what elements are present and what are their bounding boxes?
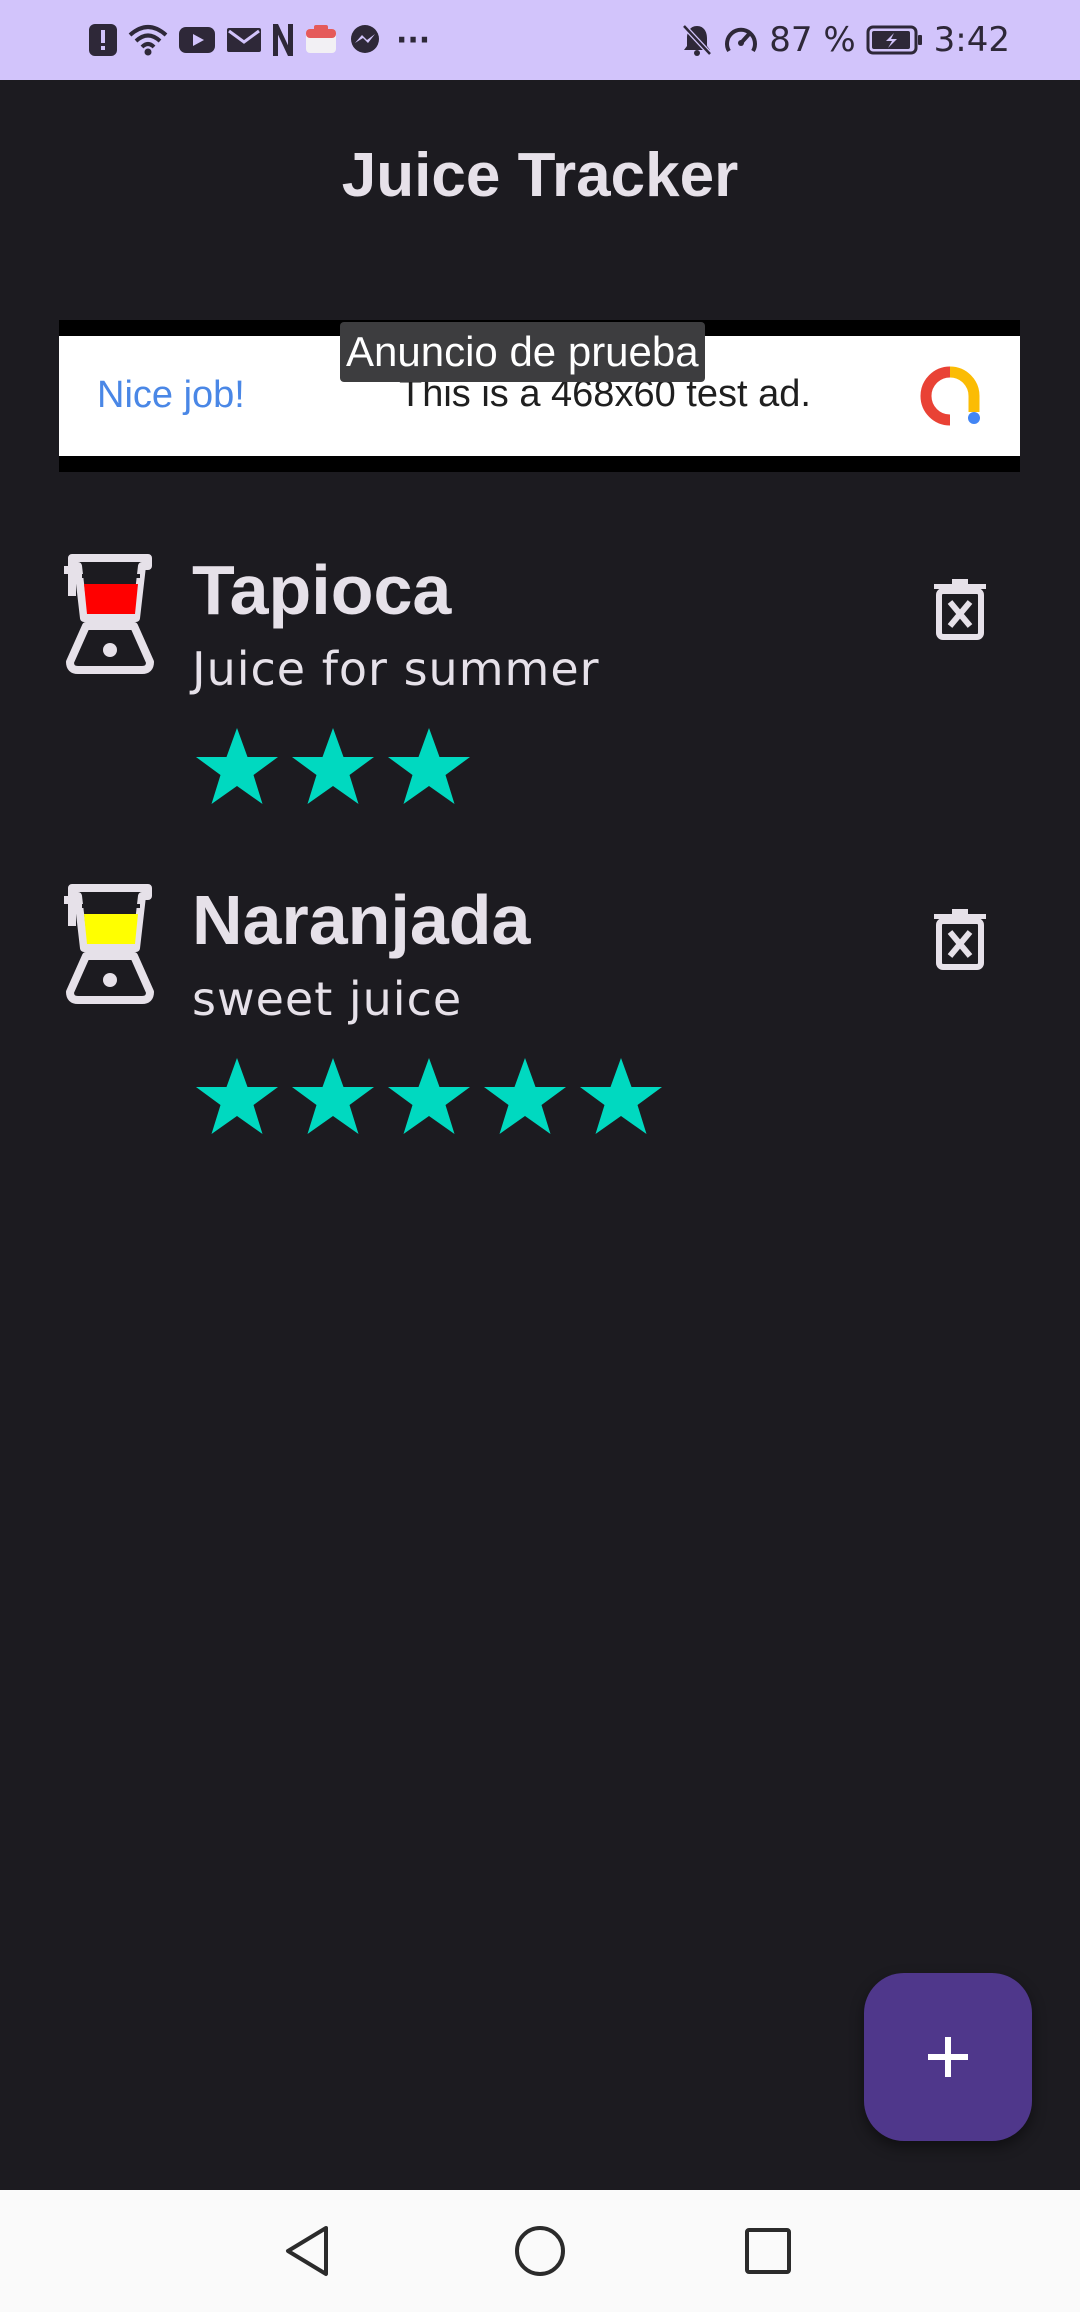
delete-icon[interactable] [932,578,988,640]
speed-icon [723,20,759,60]
bell-off-icon [681,20,713,60]
star-icon [292,1058,374,1134]
recents-icon[interactable] [735,2218,801,2284]
star-icon [196,728,278,804]
app-icon [304,20,338,60]
more-icon: ··· [396,22,431,58]
rating-stars [192,724,474,814]
netflix-icon [272,20,294,60]
star-icon [292,728,374,804]
home-icon[interactable] [507,2218,573,2284]
system-nav-bar [0,2190,1080,2312]
star-icon [388,728,470,804]
star-icon [484,1058,566,1134]
blender-icon [64,884,154,1004]
ad-headline[interactable]: Nice job! [97,374,245,417]
blender-icon [64,554,154,674]
juice-fill [84,584,138,614]
juice-list-item[interactable]: Tapioca Juice for summer [0,550,1080,880]
youtube-icon [178,20,216,60]
juice-description: sweet juice [192,972,463,1026]
juice-description: Juice for summer [192,642,600,696]
juice-list-item[interactable]: Naranjada sweet juice [0,880,1080,1210]
star-icon [388,1058,470,1134]
alert-icon [88,20,118,60]
juice-name: Naranjada [192,881,531,959]
clock: 3:42 [933,20,1010,60]
star-icon [196,1058,278,1134]
back-icon[interactable] [274,2218,340,2284]
messenger-icon [348,20,382,60]
system-icons: 87 % 3:42 [681,20,1010,60]
status-bar: ··· 87 % 3:42 [0,0,1080,80]
battery-icon [866,20,924,60]
plus-icon [928,2037,968,2077]
mail-icon [226,20,262,60]
add-juice-button[interactable] [864,1973,1032,2141]
delete-icon[interactable] [932,908,988,970]
ad-test-label: Anuncio de prueba [340,322,705,382]
page-title: Juice Tracker [341,141,739,210]
ad-logo-icon[interactable] [918,364,982,428]
star-icon [580,1058,662,1134]
juice-fill [84,914,138,944]
juice-name: Tapioca [192,551,452,629]
rating-stars [192,1054,666,1144]
battery-percent: 87 % [769,20,856,60]
wifi-icon [128,20,168,60]
notification-icons: ··· [88,20,430,60]
